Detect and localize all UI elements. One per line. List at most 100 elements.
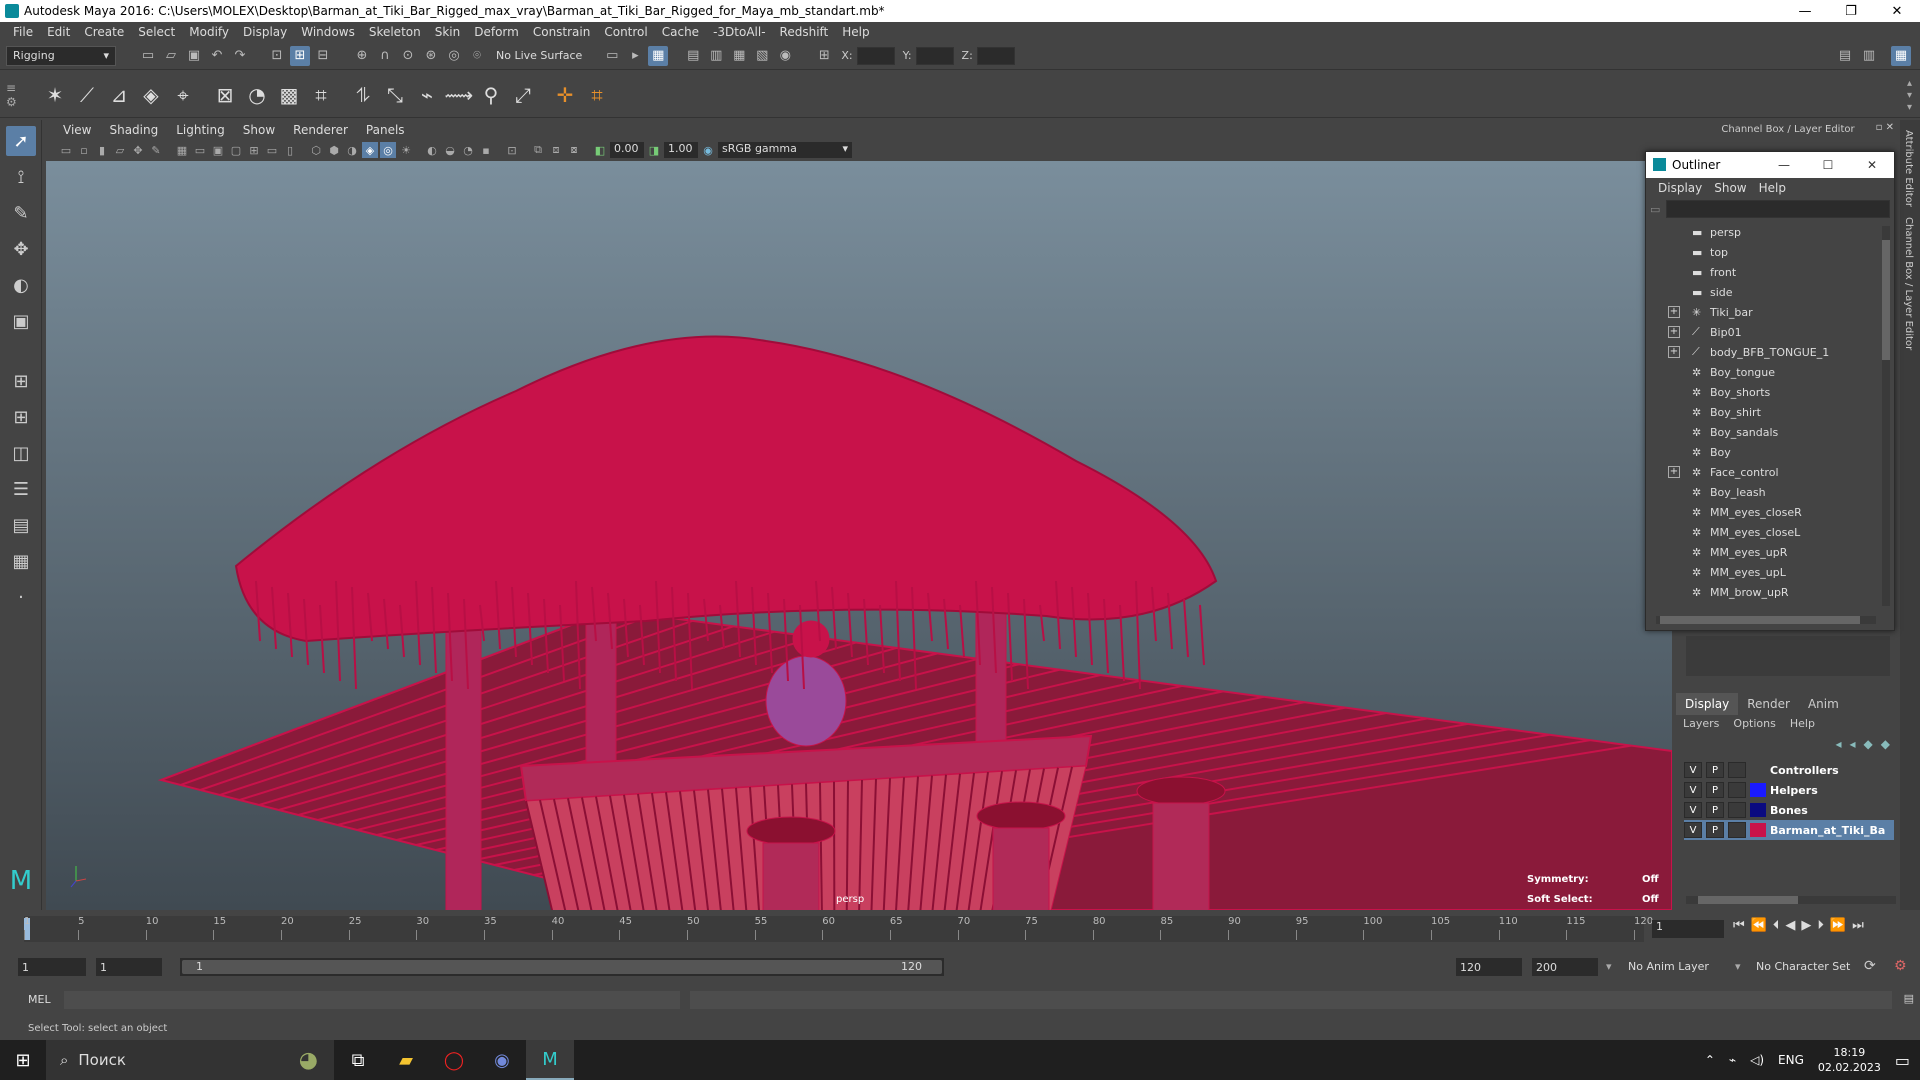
visibility-toggle[interactable]: V	[1684, 762, 1702, 778]
redo-icon[interactable]: ↷	[230, 46, 250, 66]
playback-toggle[interactable]: P	[1706, 762, 1724, 778]
ssao-icon[interactable]: ◒	[442, 142, 458, 158]
go-to-end-icon[interactable]: ⏭	[1852, 918, 1864, 933]
z-field[interactable]	[976, 46, 1015, 65]
outliner-item[interactable]: ✲ Boy	[1646, 442, 1878, 462]
step-back-frame-icon[interactable]: ⏴	[1773, 918, 1780, 933]
gamma-icon[interactable]: ◨	[646, 142, 662, 158]
panel-float-close-icon[interactable]: ▫ ✕	[1876, 122, 1894, 133]
render-settings-icon[interactable]: ▧	[752, 46, 772, 66]
outliner-item[interactable]: ✲ MM_eyes_closeL	[1646, 522, 1878, 542]
new-scene-icon[interactable]: ▭	[138, 46, 158, 66]
ik-handle-icon[interactable]: ⊿	[104, 78, 134, 112]
go-to-start-icon[interactable]: ⏮	[1733, 918, 1745, 933]
tab-anim[interactable]: Anim	[1799, 693, 1848, 715]
anim-layer-dropdown[interactable]: No Anim Layer	[1628, 960, 1709, 973]
color-management-icon[interactable]: ◉	[700, 142, 716, 158]
gamma-field[interactable]: 1.00	[664, 142, 698, 158]
aim-constraint-icon[interactable]: ⌗	[582, 78, 612, 112]
y-field[interactable]	[915, 46, 954, 65]
output-ops-icon[interactable]: ▦	[648, 45, 669, 66]
layer-menu-layers[interactable]: Layers	[1676, 717, 1726, 735]
mel-label[interactable]: MEL	[28, 993, 51, 1006]
save-scene-icon[interactable]: ▣	[184, 46, 204, 66]
outliner-hscroll-thumb[interactable]	[1660, 616, 1860, 624]
image-plane-icon[interactable]: ▱	[112, 142, 128, 158]
bind-skin-icon[interactable]: ⊠	[210, 78, 240, 112]
display-type-toggle[interactable]	[1728, 822, 1746, 838]
clock[interactable]: 18:19 02.02.2023	[1818, 1045, 1881, 1075]
layer-color-swatch[interactable]	[1750, 803, 1766, 817]
new-layer-icon[interactable]: ◆	[1864, 737, 1873, 751]
snap-live-icon[interactable]: ⌾	[467, 46, 487, 66]
tab-render[interactable]: Render	[1738, 693, 1799, 715]
wireframe-icon[interactable]: ⬡	[308, 142, 324, 158]
chevron-down-icon[interactable]: ▾	[1735, 960, 1741, 973]
visibility-toggle[interactable]: V	[1684, 782, 1702, 798]
exposure-field[interactable]: 0.00	[610, 142, 644, 158]
layout-dot-icon[interactable]: ·	[6, 582, 36, 612]
mirror-joint-icon[interactable]: ⤡	[380, 78, 410, 112]
playback-toggle[interactable]: P	[1706, 782, 1724, 798]
attribute-editor-toggle-icon[interactable]: ▥	[1859, 46, 1879, 66]
outliner-item[interactable]: + ✲ Face_control	[1646, 462, 1878, 482]
outliner-item[interactable]: ✲ Boy_sandals	[1646, 422, 1878, 442]
outliner-item[interactable]: ✲ MM_eyes_upR	[1646, 542, 1878, 562]
outliner-item[interactable]: ▬ top	[1646, 242, 1878, 262]
script-editor-icon[interactable]: ▤	[1904, 992, 1914, 1005]
select-component-icon[interactable]: ⊟	[313, 46, 333, 66]
shelf-scroll-icon[interactable]: ▴ ▾ ▾	[1907, 78, 1912, 114]
outliner-item[interactable]: ✲ MM_eyes_closeR	[1646, 502, 1878, 522]
input-ops-icon[interactable]: ▸	[625, 46, 645, 66]
outliner-vscrollbar[interactable]	[1882, 226, 1890, 606]
outliner-maximize-button[interactable]: ☐	[1806, 152, 1850, 178]
menu-3dtoall[interactable]: -3DtoAll-	[706, 25, 772, 39]
open-scene-icon[interactable]: ▱	[161, 46, 181, 66]
outliner-minimize-button[interactable]: —	[1762, 152, 1806, 178]
language-indicator[interactable]: ENG	[1778, 1053, 1804, 1067]
select-object-icon[interactable]: ⊞	[290, 45, 310, 66]
notifications-icon[interactable]: ▭	[1895, 1051, 1910, 1070]
show-manipulator-icon[interactable]: ⊞	[6, 366, 36, 396]
undo-icon[interactable]: ↶	[207, 46, 227, 66]
menu-skin[interactable]: Skin	[428, 25, 468, 39]
layout-outliner-icon[interactable]: ☰	[6, 474, 36, 504]
scale-tool-icon[interactable]: ▣	[6, 306, 36, 336]
taskbar-search[interactable]: ⌕ Поиск ◕	[46, 1040, 334, 1080]
shelf-menu-icon[interactable]: ≡ ⚙	[6, 81, 22, 109]
x-field[interactable]	[856, 46, 895, 65]
outliner-item[interactable]: ▬ persp	[1646, 222, 1878, 242]
tab-display[interactable]: Display	[1676, 693, 1739, 715]
film-gate-icon[interactable]: ▭	[192, 142, 208, 158]
menu-constrain[interactable]: Constrain	[526, 25, 598, 39]
point-constraint-icon[interactable]: ✛	[550, 78, 580, 112]
outliner-item[interactable]: + ✳ Tiki_bar	[1646, 302, 1878, 322]
shade-wireframe-icon[interactable]: ◑	[344, 142, 360, 158]
playback-end-field[interactable]: 120	[1456, 958, 1522, 976]
file-explorer-icon[interactable]: ▰	[382, 1040, 430, 1080]
playback-start-field[interactable]: 1	[96, 958, 162, 976]
anim-prefs-icon[interactable]: ⚙	[1894, 958, 1907, 974]
menu-windows[interactable]: Windows	[294, 25, 362, 39]
isolate-select-icon[interactable]: ⊡	[504, 142, 520, 158]
scene-start-field[interactable]: 1	[18, 958, 86, 976]
frame-all-icon[interactable]: ⧇	[566, 142, 582, 158]
outliner-item[interactable]: ✲ Boy_leash	[1646, 482, 1878, 502]
viewport-menu-renderer[interactable]: Renderer	[284, 123, 357, 137]
outliner-search-field[interactable]	[1666, 200, 1890, 218]
play-back-icon[interactable]: ◀	[1785, 918, 1795, 933]
ik-spline-icon[interactable]: ◈	[136, 78, 166, 112]
bookmark-icon[interactable]: ▮	[94, 142, 110, 158]
expand-icon[interactable]: +	[1668, 346, 1680, 358]
viewport-menu-lighting[interactable]: Lighting	[167, 123, 234, 137]
render-frame-icon[interactable]: ▥	[706, 46, 726, 66]
transform-mode-icon[interactable]: ⊞	[814, 46, 834, 66]
move-tool-icon[interactable]: ✥	[6, 234, 36, 264]
aa-icon[interactable]: ▪	[478, 142, 494, 158]
playback-toggle[interactable]: P	[1706, 802, 1724, 818]
layer-menu-options[interactable]: Options	[1726, 717, 1782, 735]
layer-color-swatch[interactable]	[1750, 763, 1766, 777]
chevron-down-icon[interactable]: ▾	[1606, 960, 1612, 973]
outliner-vscroll-thumb[interactable]	[1882, 240, 1890, 360]
rotate-tool-icon[interactable]: ◐	[6, 270, 36, 300]
